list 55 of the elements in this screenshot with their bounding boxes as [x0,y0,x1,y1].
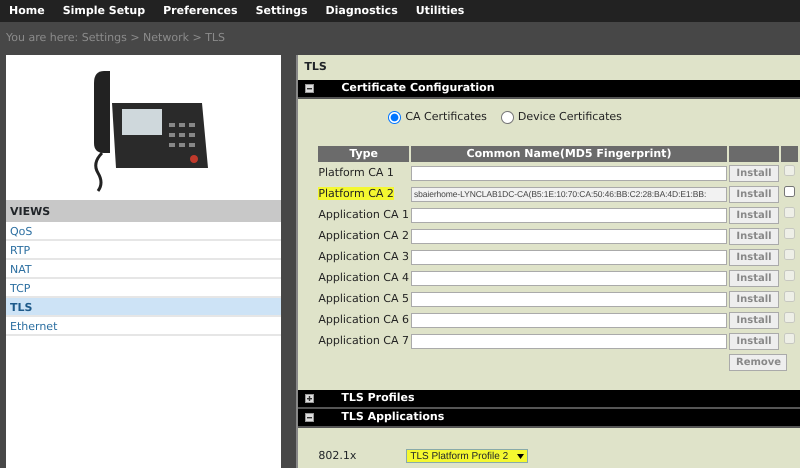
radio-button[interactable] [500,110,514,124]
sidebar-item[interactable]: TLS [6,298,282,317]
row-label: Application CA 6 [318,313,409,326]
field-label: 802.1x [318,448,356,464]
sidebar-item[interactable]: RTP [6,241,282,260]
dropdown-caret-icon [517,454,524,459]
section-header[interactable]: TLS Profiles [298,390,800,409]
input-field[interactable] [411,166,727,181]
input-field[interactable] [411,334,727,349]
radio-label: Device Certificates [518,109,622,125]
row-label: Application CA 3 [318,250,409,264]
remove-button[interactable]: Remove [729,354,787,371]
input-field[interactable] [411,208,727,223]
column-header [781,146,798,162]
column-header [729,146,779,162]
row-label: Application CA 2 [318,229,409,242]
input-field[interactable] [411,271,727,286]
menu-link[interactable]: Settings [246,0,317,22]
menu-link[interactable]: Simple Setup [54,0,154,22]
column-header: Type [318,146,409,162]
radio-label: CA Certificates [405,109,487,125]
section-title: Certificate Configuration [341,80,495,96]
row-label: Platform CA 1 [318,166,394,180]
sidebar-item[interactable]: QoS [6,222,282,241]
sidebar-item[interactable]: Ethernet [6,317,282,336]
install-button[interactable]: Install [729,186,779,203]
input-field[interactable] [411,313,727,328]
breadcrumb-text: You are here: Settings > Network > TLS [6,31,226,44]
sidebar-item[interactable]: NAT [6,260,282,279]
input-field[interactable] [411,229,727,244]
menu-link[interactable]: Preferences [154,0,247,22]
checkbox[interactable] [784,186,795,198]
radio-button[interactable] [388,110,402,124]
section-header[interactable]: TLS Applications [298,409,800,428]
input-field[interactable] [411,292,727,307]
menu-link[interactable]: Utilities [406,0,474,22]
dropdown[interactable]: TLS Platform Profile 2 [406,449,528,464]
row-label: Application CA 7 [318,334,409,348]
input-field[interactable] [411,250,727,265]
expand-icon[interactable] [305,394,314,403]
section-title: TLS Applications [341,409,444,426]
collapse-icon[interactable] [305,413,314,422]
row-label: Application CA 1 [318,208,409,222]
panel-title: TLS [304,60,327,73]
sidebar-heading: VIEWS [10,205,50,218]
menu-link[interactable]: Home [0,0,54,22]
row-label: Application CA 4 [318,271,409,284]
column-header: Common Name(MD5 Fingerprint) [411,146,727,162]
section-title: TLS Profiles [341,390,415,406]
row-label: Platform CA 2 [318,187,394,200]
menu-link[interactable]: Diagnostics [316,0,407,22]
row-label: Application CA 5 [318,292,409,306]
input-field[interactable]: sbaierhome-LYNCLAB1DC-CA(B5:1E:10:70:CA:50:46:BB:C2:28:BA:4D:E1:BB: [411,187,727,202]
section-header[interactable]: Certificate Configuration [298,80,800,99]
collapse-icon[interactable] [305,84,314,93]
